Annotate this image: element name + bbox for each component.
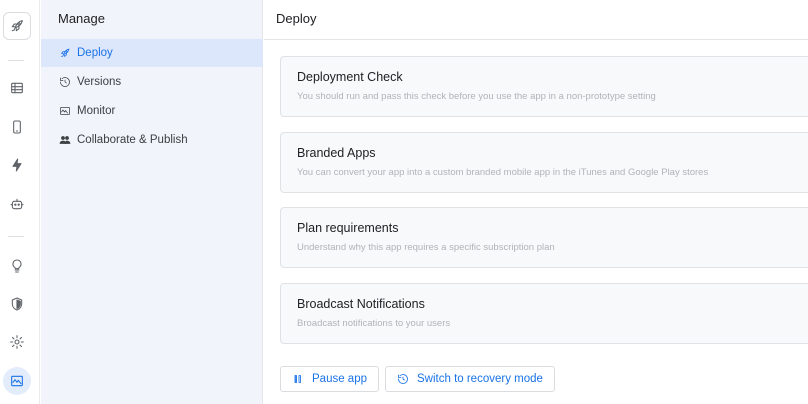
bolt-icon[interactable] <box>3 151 31 179</box>
pause-app-button[interactable]: Pause app <box>280 366 379 392</box>
card-title: Branded Apps <box>297 146 376 160</box>
rail-divider <box>8 236 24 237</box>
sidebar-item-collaborate[interactable]: Collaborate & Publish <box>41 126 263 154</box>
sidebar-item-deploy[interactable]: Deploy <box>41 39 263 67</box>
card-description: Understand why this app requires a speci… <box>297 242 555 253</box>
rail-divider <box>8 60 24 61</box>
card-description: You should run and pass this check befor… <box>297 91 656 102</box>
card-description: Broadcast notifications to your users <box>297 318 451 329</box>
gear-icon[interactable] <box>3 328 31 356</box>
sidebar-item-label: Monitor <box>77 105 116 117</box>
sidebar-item-monitor[interactable]: Monitor <box>41 97 263 125</box>
card-branded-apps[interactable]: Branded Apps You can convert your app in… <box>280 132 808 193</box>
card-description: You can convert your app into a custom b… <box>297 167 709 178</box>
sidebar-item-label: Collaborate & Publish <box>77 134 188 146</box>
shield-icon[interactable] <box>3 290 31 318</box>
card-broadcast-notifications[interactable]: Broadcast Notifications Broadcast notifi… <box>280 283 808 344</box>
main-header: Deploy <box>264 0 808 40</box>
rocket-icon <box>61 48 70 57</box>
sidebar-title: Manage <box>58 11 105 26</box>
icon-rail <box>0 0 40 404</box>
card-title: Broadcast Notifications <box>297 297 425 311</box>
people-icon <box>59 136 71 144</box>
card-title: Deployment Check <box>297 70 403 84</box>
recovery-mode-label: Switch to recovery mode <box>417 373 543 385</box>
card-plan-requirements[interactable]: Plan requirements Understand why this ap… <box>280 207 808 268</box>
manage-sidebar: Manage Deploy Versions Monitor Collabora… <box>41 0 263 404</box>
lightbulb-icon[interactable] <box>3 252 31 280</box>
card-deployment-check[interactable]: Deployment Check You should run and pass… <box>280 56 808 117</box>
recovery-mode-button[interactable]: Switch to recovery mode <box>385 366 555 392</box>
page-title: Deploy <box>276 11 317 26</box>
monitor-icon <box>60 107 70 115</box>
bot-icon[interactable] <box>3 190 31 218</box>
history-icon <box>60 77 70 87</box>
card-title: Plan requirements <box>297 221 399 235</box>
sidebar-item-versions[interactable]: Versions <box>41 68 263 96</box>
history-icon <box>398 374 408 384</box>
sidebar-item-label: Deploy <box>77 47 113 59</box>
pause-app-label: Pause app <box>312 373 367 385</box>
app-root: Manage Deploy Versions Monitor Collabora… <box>0 0 808 404</box>
table-icon[interactable] <box>3 74 31 102</box>
main-content: Deploy Deployment Check You should run a… <box>264 0 808 404</box>
monitor-icon[interactable] <box>3 367 31 395</box>
pause-icon <box>294 375 301 383</box>
sidebar-item-label: Versions <box>77 76 122 88</box>
phone-icon[interactable] <box>3 113 31 141</box>
rocket-icon[interactable] <box>3 12 31 40</box>
